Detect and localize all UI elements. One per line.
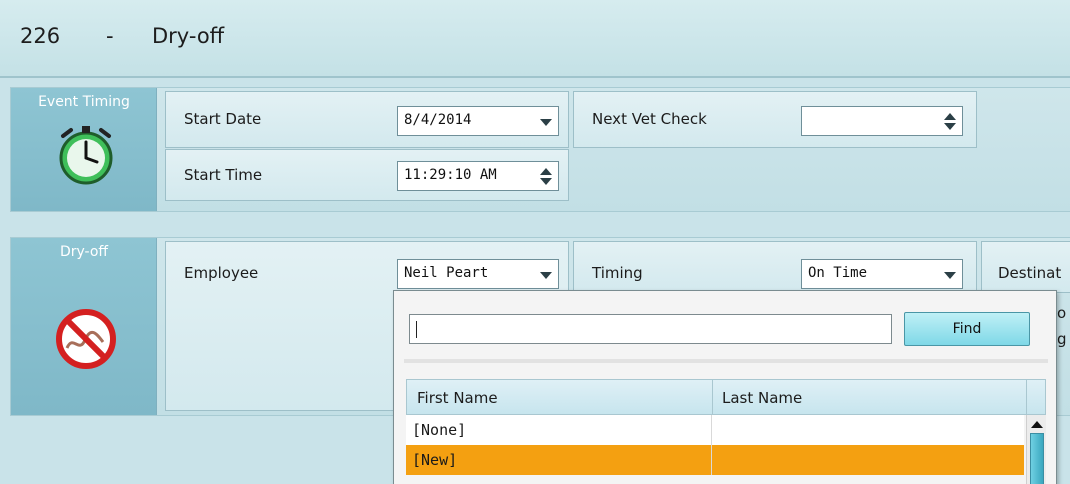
next-vet-check-field: Next Vet Check bbox=[573, 91, 977, 148]
employee-picker-popup: Find First Name Last Name [None] [New] bbox=[393, 290, 1057, 484]
next-vet-check-label: Next Vet Check bbox=[592, 110, 707, 128]
start-time-field: Start Time 11:29:10 AM bbox=[165, 149, 569, 201]
column-divider bbox=[1026, 380, 1027, 414]
event-timing-section: Event Timing Start Date 8/4/2014 Start T… bbox=[10, 87, 1070, 212]
title-separator: - bbox=[106, 24, 114, 48]
text-caret bbox=[416, 321, 417, 338]
vertical-scrollbar[interactable] bbox=[1026, 415, 1046, 484]
spinner-arrows-icon[interactable] bbox=[540, 168, 552, 186]
timing-value: On Time bbox=[808, 265, 868, 281]
start-date-field: Start Date 8/4/2014 bbox=[165, 91, 569, 148]
destination-label: Destinat bbox=[998, 264, 1062, 282]
title-bar: 226 - Dry-off bbox=[0, 0, 1070, 78]
start-date-dropdown[interactable]: 8/4/2014 bbox=[397, 106, 559, 136]
dry-off-header: Dry-off bbox=[11, 238, 157, 415]
no-milking-icon bbox=[56, 309, 116, 369]
table-row[interactable]: [None] bbox=[406, 415, 1024, 445]
event-id: 226 bbox=[20, 24, 61, 48]
start-time-spinner[interactable]: 11:29:10 AM bbox=[397, 161, 559, 191]
table-row-selected[interactable]: [New] bbox=[406, 445, 1024, 475]
find-button[interactable]: Find bbox=[904, 312, 1030, 346]
divider bbox=[404, 359, 1048, 363]
first-name-cell: [New] bbox=[412, 451, 458, 469]
destination-field: Destinat bbox=[981, 241, 1070, 293]
column-header-first-name[interactable]: First Name bbox=[417, 389, 498, 407]
event-timing-label: Event Timing bbox=[38, 94, 130, 110]
next-vet-check-spinner[interactable] bbox=[801, 106, 963, 136]
chevron-down-icon[interactable] bbox=[540, 119, 552, 126]
event-timing-header: Event Timing bbox=[11, 88, 157, 211]
scroll-up-arrow-icon[interactable] bbox=[1031, 421, 1043, 428]
scroll-thumb[interactable] bbox=[1030, 433, 1044, 484]
first-name-cell: [None] bbox=[412, 421, 467, 439]
chevron-down-icon[interactable] bbox=[540, 272, 552, 279]
timing-field: Timing On Time bbox=[573, 241, 977, 293]
timing-dropdown[interactable]: On Time bbox=[801, 259, 963, 289]
employee-dropdown[interactable]: Neil Peart bbox=[397, 259, 559, 289]
grid-header: First Name Last Name bbox=[406, 379, 1046, 415]
start-time-value: 11:29:10 AM bbox=[404, 167, 497, 183]
chevron-down-icon[interactable] bbox=[944, 272, 956, 279]
timing-label: Timing bbox=[592, 264, 643, 282]
spinner-arrows-icon[interactable] bbox=[944, 113, 956, 131]
truncated-text: g bbox=[1057, 330, 1067, 348]
start-date-value: 8/4/2014 bbox=[404, 112, 472, 128]
start-time-label: Start Time bbox=[184, 166, 263, 184]
stopwatch-icon bbox=[59, 126, 113, 185]
employee-search-input[interactable] bbox=[409, 314, 892, 344]
employee-label: Employee bbox=[184, 264, 259, 282]
event-name: Dry-off bbox=[152, 24, 225, 48]
dry-off-label: Dry-off bbox=[59, 244, 109, 260]
start-date-label: Start Date bbox=[184, 110, 262, 128]
truncated-text: o bbox=[1057, 304, 1067, 322]
column-header-last-name[interactable]: Last Name bbox=[722, 389, 802, 407]
column-divider bbox=[712, 380, 713, 414]
employee-value: Neil Peart bbox=[404, 265, 489, 281]
